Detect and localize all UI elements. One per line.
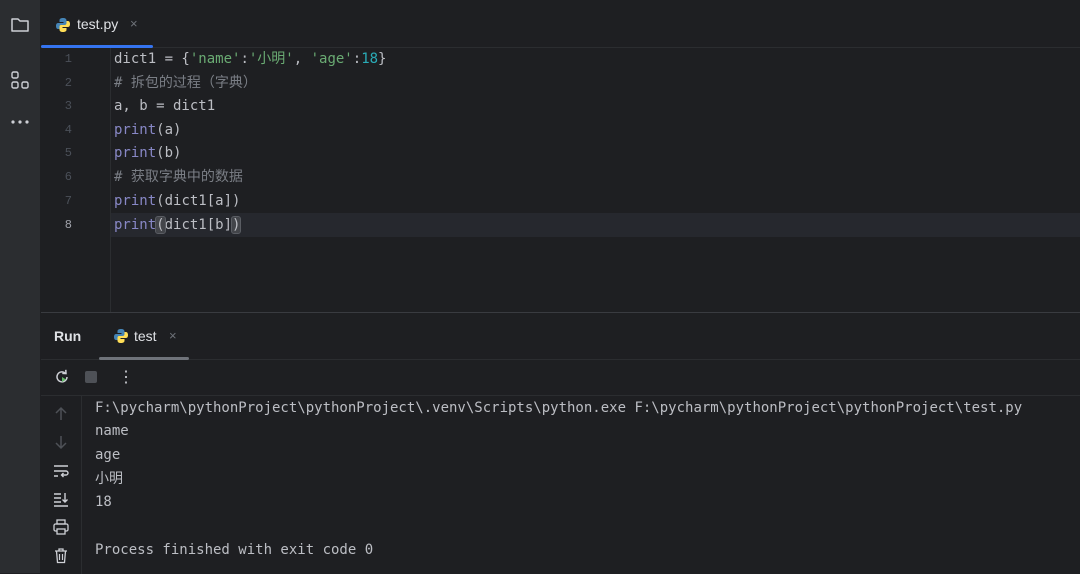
code-line-7: print(dict1[a]) <box>114 193 241 209</box>
structure-icon[interactable] <box>6 66 34 94</box>
code-editor: test.py × 1 2 3 4 5 6 7 8 dict1 = {'name… <box>41 0 1080 312</box>
console-output[interactable]: F:\pycharm\pythonProject\pythonProject\.… <box>95 396 1075 574</box>
console-line: F:\pycharm\pythonProject\pythonProject\.… <box>95 400 1023 416</box>
editor-tab-bar: test.py × <box>41 0 1080 48</box>
line-number-active: 8 <box>64 218 72 232</box>
matched-brace: ) <box>230 216 242 234</box>
more-horizontal-icon[interactable] <box>6 108 34 136</box>
stop-icon[interactable] <box>80 366 102 388</box>
print-icon[interactable] <box>50 516 72 538</box>
close-icon[interactable]: × <box>130 16 138 31</box>
code-line-8: print(dict1[b]) <box>114 216 242 234</box>
soft-wrap-icon[interactable] <box>50 460 72 482</box>
line-number: 4 <box>64 123 72 137</box>
left-tool-strip <box>0 0 41 573</box>
code-line-3: a, b = dict1 <box>114 98 216 114</box>
line-number: 1 <box>64 52 72 66</box>
run-tool-window: Run test × ⋮ F:\pycharm\pythonProject\py… <box>41 312 1080 574</box>
arrow-up-icon[interactable] <box>50 403 72 425</box>
line-number: 3 <box>64 99 72 113</box>
rerun-icon[interactable] <box>51 366 73 388</box>
run-toolbar: ⋮ <box>41 360 1080 396</box>
run-title: Run <box>54 328 82 344</box>
run-header: Run test × <box>41 313 1080 360</box>
folder-icon[interactable] <box>6 11 34 39</box>
run-tab-test[interactable]: test × <box>99 313 189 360</box>
line-number: 7 <box>64 194 72 208</box>
code-line-5: print(b) <box>114 145 182 161</box>
console-line: name <box>95 423 129 439</box>
scroll-to-end-icon[interactable] <box>50 488 72 510</box>
line-number: 5 <box>64 146 72 160</box>
console-side-tools <box>41 396 82 574</box>
code-line-6: # 获取字典中的数据 <box>114 169 243 185</box>
more-vertical-icon[interactable]: ⋮ <box>115 366 137 388</box>
code-content[interactable]: dict1 = {'name':'小明', 'age':18} # 拆包的过程（… <box>114 48 1074 312</box>
console-exit-line: Process finished with exit code 0 <box>95 542 374 558</box>
line-number-gutter: 1 2 3 4 5 6 7 8 <box>41 48 111 312</box>
python-icon <box>113 328 129 344</box>
python-icon <box>55 17 71 33</box>
arrow-down-icon[interactable] <box>50 431 72 453</box>
run-tab-label: test <box>134 328 157 344</box>
tab-test-py[interactable]: test.py × <box>41 0 153 48</box>
code-line-4: print(a) <box>114 122 182 138</box>
console-line: age <box>95 447 121 463</box>
tab-label: test.py <box>77 16 119 32</box>
matched-brace: ( <box>155 216 166 234</box>
line-number: 2 <box>64 76 72 90</box>
console-line: 18 <box>95 494 112 510</box>
trash-icon[interactable] <box>50 544 72 566</box>
code-line-2: # 拆包的过程（字典） <box>114 75 257 91</box>
console-line: 小明 <box>95 471 123 487</box>
code-line-1: dict1 = {'name':'小明', 'age':18} <box>114 51 387 67</box>
close-icon[interactable]: × <box>169 328 177 343</box>
line-number: 6 <box>64 170 72 184</box>
